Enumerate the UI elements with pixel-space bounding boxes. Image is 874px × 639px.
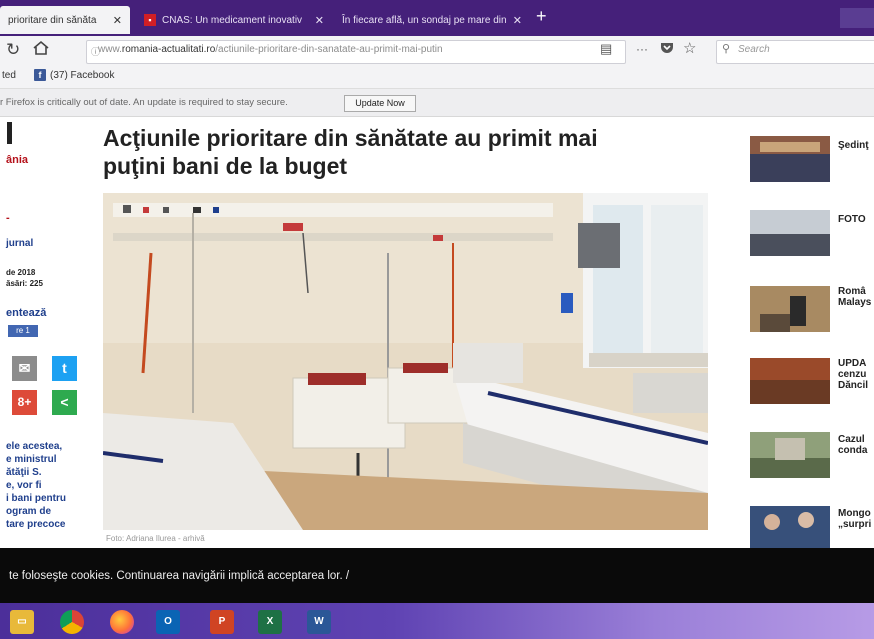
sidebar-item-5-text[interactable]: Cazul conda — [838, 434, 867, 456]
article-intro: ele acestea, e ministrul ătăţii S. e, vo… — [6, 440, 98, 531]
sidebar-line: Româ — [838, 286, 866, 297]
tab-title: prioritare din sănăta — [8, 14, 97, 26]
bookmark-facebook[interactable]: f (37) Facebook — [34, 69, 114, 81]
sidebar-line: FOTO — [838, 214, 866, 225]
search-icon: ⚲ — [722, 43, 731, 55]
sidebar-item-4-text[interactable]: UPDA cenzu Dăncil — [838, 358, 868, 391]
sidebar-line: Cazul — [838, 434, 865, 445]
tab-cnas[interactable]: ▪ CNAS: Un medicament inovativ ✕ — [136, 6, 332, 34]
close-tab-icon[interactable]: ✕ — [509, 14, 522, 27]
sidebar-item-1-text[interactable]: Şedinţ — [838, 140, 869, 151]
sidebar-line: Malays — [838, 297, 872, 308]
googleplus-share-icon[interactable]: 8+ — [12, 390, 37, 415]
new-tab-button[interactable]: + — [536, 6, 547, 27]
twitter-share-icon[interactable]: t — [52, 356, 77, 381]
email-share-icon[interactable]: ✉ — [12, 356, 37, 381]
sidebar-thumb-2[interactable] — [750, 210, 830, 256]
sidebar-line: Mongo — [838, 508, 871, 519]
bookmark-facebook-label: (37) Facebook — [50, 69, 115, 81]
bookmark-item[interactable]: ted — [2, 70, 16, 81]
cookie-consent-text: te foloseşte cookies. Continuarea navigă… — [9, 570, 350, 582]
tab-sondaj[interactable]: În fiecare află, un sondaj pe mare din ✕ — [334, 6, 530, 34]
file-explorer-icon[interactable]: ▭ — [10, 610, 34, 634]
article-title-line: Acţiunile prioritare din sănătate au pri… — [103, 125, 598, 151]
sidebar-thumb-6[interactable] — [750, 506, 830, 552]
sidebar-line: cenzu — [838, 369, 867, 380]
sidebar-line: Şedinţ — [838, 140, 869, 151]
page-actions-icon[interactable]: ··· — [636, 42, 648, 56]
window-controls[interactable] — [840, 8, 874, 28]
intro-line: e ministrul — [6, 454, 57, 465]
intro-line: i bani pentru — [6, 493, 66, 504]
intro-line: e, vor fi — [6, 480, 42, 491]
intro-line: ogram de — [6, 506, 52, 517]
intro-line: ătăţii S. — [6, 467, 42, 478]
url-text: www.romania-actualitati.ro/actiunile-pri… — [98, 44, 443, 55]
photo-caption: Foto: Adriana Ilurea - arhivă — [106, 534, 205, 543]
article-title: Acţiunile prioritare din sănătate au pri… — [103, 124, 713, 180]
update-notice-text: r Firefox is critically out of date. An … — [0, 97, 288, 108]
left-dash: - — [6, 212, 10, 224]
article-photo[interactable] — [103, 193, 708, 530]
bookmarks-toolbar — [0, 66, 874, 89]
tab-article[interactable]: prioritare din sănăta ✕ — [0, 6, 130, 34]
sidebar-line: conda — [838, 445, 868, 456]
sidebar-item-2-text[interactable]: FOTO — [838, 214, 866, 225]
pocket-icon[interactable] — [660, 41, 674, 60]
search-input[interactable]: Search — [738, 44, 770, 55]
recommend-label: entează — [6, 307, 47, 319]
sidebar-thumb-1[interactable] — [750, 136, 830, 182]
sidebar-line: Dăncil — [838, 380, 869, 391]
site-brand[interactable]: ânia — [6, 154, 28, 166]
close-tab-icon[interactable]: ✕ — [109, 14, 122, 27]
sidebar-thumb-5[interactable] — [750, 432, 830, 478]
sidebar-thumb-4[interactable] — [750, 358, 830, 404]
sidebar-item-6-text[interactable]: Mongo „surpri — [838, 508, 871, 530]
share-icon[interactable]: < — [52, 390, 77, 415]
facebook-icon: f — [34, 69, 46, 81]
left-bar-mark — [7, 122, 12, 144]
word-icon[interactable]: W — [307, 610, 331, 634]
bookmark-star-icon[interactable]: ☆ — [683, 39, 696, 57]
reader-view-icon[interactable]: ▤ — [600, 41, 612, 57]
sidebar-item-3-text[interactable]: Româ Malays — [838, 286, 871, 308]
like-button[interactable]: re 1 — [8, 325, 38, 337]
reload-icon[interactable]: ↻ — [6, 40, 20, 60]
article-date: de 2018 — [6, 268, 36, 277]
firefox-icon[interactable] — [110, 610, 134, 634]
intro-line: ele acestea, — [6, 441, 63, 452]
close-tab-icon[interactable]: ✕ — [311, 14, 324, 27]
intro-line: tare precoce — [6, 519, 66, 530]
sidebar-line: „surpri — [838, 519, 872, 530]
tab-title: În fiecare află, un sondaj pe mare din — [342, 14, 507, 26]
chrome-icon[interactable] — [60, 610, 84, 634]
article-views: ăsări: 225 — [6, 279, 43, 288]
section-jurnal[interactable]: jurnal — [6, 238, 33, 249]
update-now-button[interactable]: Update Now — [344, 95, 416, 112]
sidebar-line: UPDA — [838, 358, 867, 369]
outlook-icon[interactable]: O — [156, 610, 180, 634]
powerpoint-icon[interactable]: P — [210, 610, 234, 634]
sidebar-thumb-3[interactable] — [750, 286, 830, 332]
home-icon[interactable] — [32, 39, 50, 62]
excel-icon[interactable]: X — [258, 610, 282, 634]
article-title-line: puţini bani de la buget — [103, 153, 348, 179]
tab-title: CNAS: Un medicament inovativ — [162, 14, 303, 26]
cnas-favicon-icon: ▪ — [144, 14, 156, 26]
